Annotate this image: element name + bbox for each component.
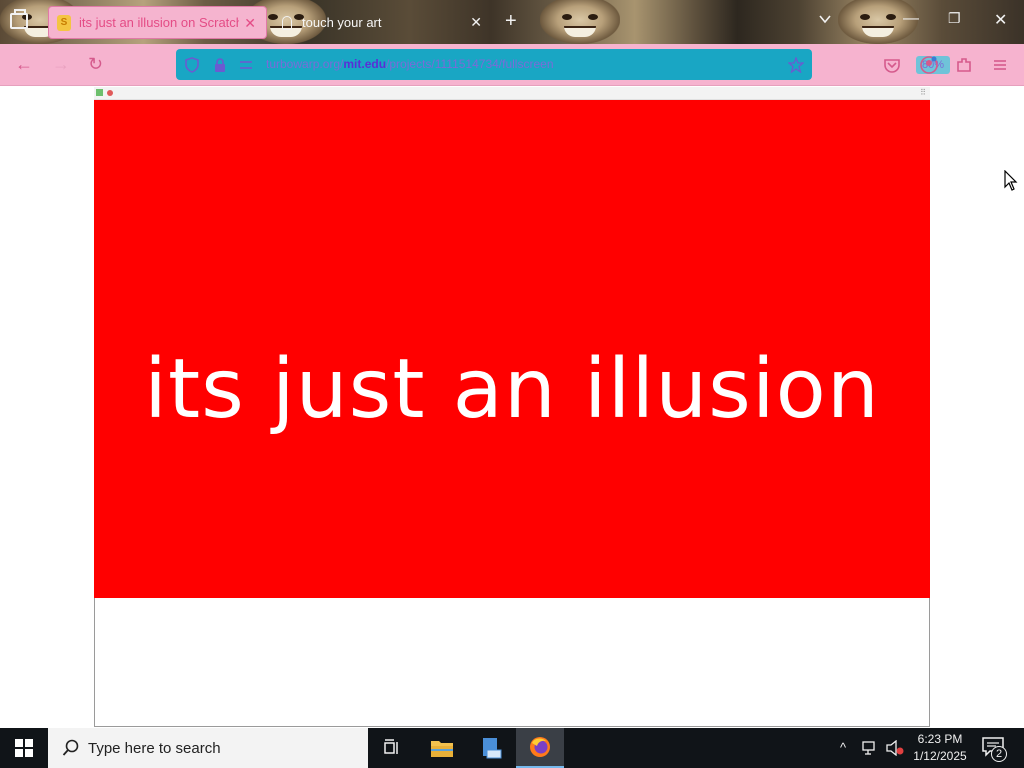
volume-muted-icon[interactable] [886, 740, 904, 756]
chevron-down-icon[interactable] [818, 12, 832, 26]
pocket-icon[interactable] [883, 56, 901, 74]
windows-start-icon[interactable] [15, 739, 33, 757]
search-icon [62, 739, 79, 756]
taskbar-search[interactable]: Type here to search [48, 728, 368, 768]
chevron-up-icon[interactable]: ^ [840, 740, 846, 755]
close-icon[interactable]: ✕ [244, 15, 256, 32]
page-content: ⠿ its just an illusion [0, 87, 1024, 728]
tab-title: its just an illusion on Scratch [79, 15, 239, 30]
notification-count: 2 [991, 746, 1007, 762]
network-icon[interactable] [862, 740, 878, 756]
extensions-icon[interactable] [955, 56, 973, 74]
minimize-icon[interactable]: — [903, 10, 919, 28]
project-stage[interactable]: its just an illusion [94, 100, 930, 598]
task-view-icon[interactable] [368, 728, 416, 768]
close-window-icon[interactable]: ✕ [994, 10, 1007, 30]
stage-frame [94, 598, 930, 727]
reload-icon[interactable]: ↻ [88, 54, 103, 75]
url-bar[interactable]: turbowarp.org/mit.edu/projects/111151473… [176, 49, 950, 80]
clock-time: 6:23 PM [917, 732, 963, 746]
menu-icon[interactable] [991, 56, 1009, 74]
system-clock[interactable]: 6:23 PM 1/12/2025 [910, 731, 970, 765]
search-placeholder: Type here to search [88, 740, 221, 757]
tab-active[interactable]: S its just an illusion on Scratch ✕ [48, 6, 267, 39]
clock-date: 1/12/2025 [913, 749, 967, 763]
theme-decoration [540, 0, 620, 44]
back-icon[interactable]: ← [15, 54, 33, 75]
shield-icon[interactable] [184, 57, 200, 73]
file-explorer-icon[interactable] [418, 728, 466, 768]
bookmark-star-icon[interactable] [788, 57, 804, 73]
firefox-view-icon[interactable] [10, 9, 28, 29]
new-tab-button[interactable]: + [505, 10, 517, 33]
mouse-cursor-icon [1004, 170, 1018, 191]
tab-title: touch your art [302, 15, 382, 30]
stage-text: its just an illusion [144, 341, 880, 437]
stop-icon[interactable] [107, 90, 113, 96]
forward-icon: → [52, 54, 70, 74]
navigation-bar: ← → ↻ turbowarp.org/mit.edu/projects/111… [0, 44, 1024, 86]
restore-icon[interactable]: ❐ [948, 10, 961, 27]
account-icon[interactable] [920, 56, 938, 74]
permissions-icon[interactable] [238, 57, 254, 73]
drag-handle-icon[interactable]: ⠿ [920, 88, 926, 97]
firefox-icon[interactable] [516, 728, 564, 768]
lock-icon[interactable] [212, 57, 228, 73]
stage-controls: ⠿ [94, 87, 930, 100]
app-icon[interactable] [467, 728, 515, 768]
close-icon[interactable]: ✕ [470, 14, 482, 31]
tab-strip: S its just an illusion on Scratch ✕ touc… [0, 0, 1024, 44]
url-text: turbowarp.org/mit.edu/projects/111151473… [266, 57, 554, 71]
page-icon [282, 15, 292, 30]
tab-inactive[interactable]: touch your art ✕ [272, 6, 490, 39]
taskbar: Type here to search ^ 6:23 PM 1/12/2025 … [0, 728, 1024, 768]
green-flag-icon[interactable] [96, 89, 103, 96]
scratch-icon: S [57, 14, 71, 31]
